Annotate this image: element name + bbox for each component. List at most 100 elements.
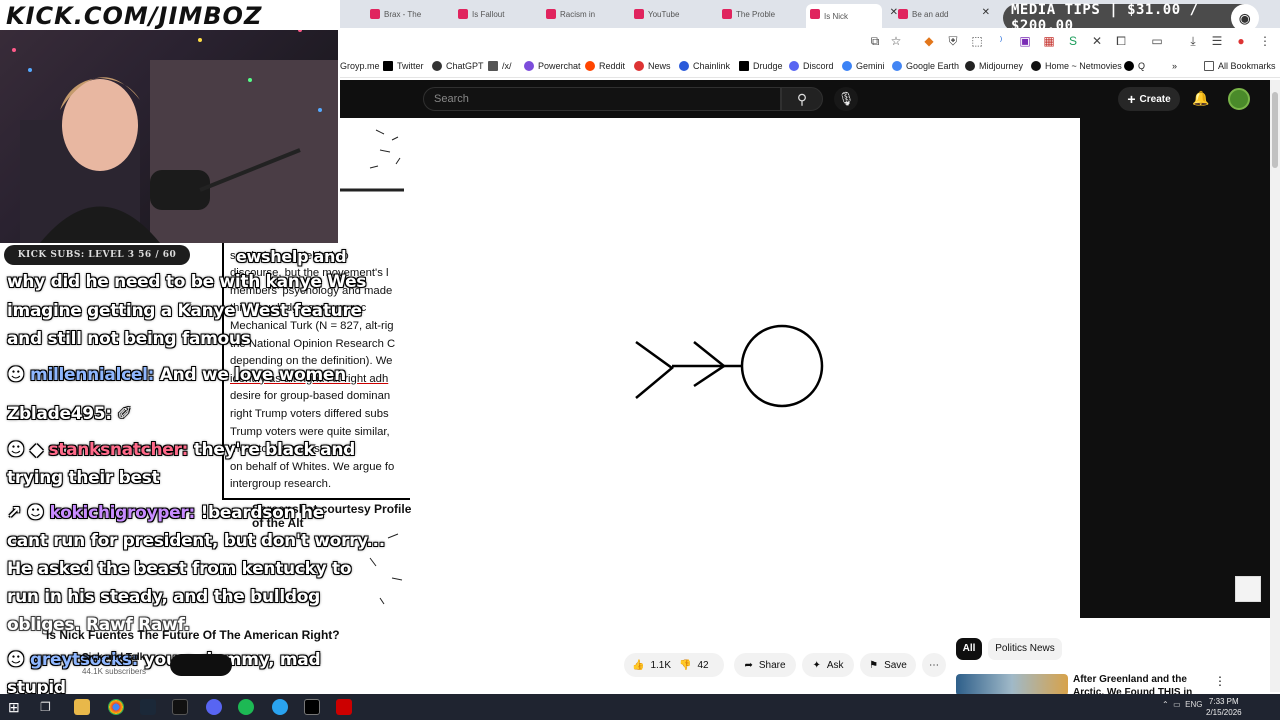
bookmark-label: ChatGPT (446, 61, 484, 71)
app-icon[interactable] (336, 699, 352, 715)
bookmark-item[interactable]: Reddit (585, 61, 625, 71)
search-input[interactable]: Search (423, 87, 781, 111)
puzzle-extensions-icon[interactable]: ⧠ (1114, 34, 1128, 48)
scrollbar-thumb[interactable] (1272, 92, 1278, 168)
tab-fallout[interactable]: Is Fallout (454, 4, 534, 24)
extension-icon[interactable]: S (1066, 34, 1080, 48)
scroll-top-button[interactable] (1235, 576, 1261, 602)
download-icon[interactable]: ⤓ (1186, 34, 1200, 48)
file-explorer-icon[interactable] (74, 699, 90, 715)
voice-search-button[interactable]: 🎙 (834, 87, 858, 111)
all-bookmarks[interactable]: All Bookmarks (1204, 61, 1276, 71)
badge-icon: ☻ (7, 650, 31, 670)
side-panel-icon[interactable]: ▭ (1150, 34, 1164, 48)
create-button[interactable]: + Create (1118, 87, 1180, 111)
avatar[interactable] (1228, 88, 1250, 110)
bookmark-item[interactable]: Chainlink (679, 61, 730, 71)
extension-icon[interactable]: ⁾ (994, 34, 1008, 48)
chip-politics-news[interactable]: Politics News (988, 638, 1062, 660)
telegram-icon[interactable] (272, 699, 288, 715)
more-actions-button[interactable]: ⋯ (922, 653, 946, 677)
app-icon[interactable] (304, 699, 320, 715)
sparkle-icon: ✦ (812, 659, 821, 671)
ask-button[interactable]: ✦ Ask (802, 653, 854, 677)
related-video-thumbnail[interactable] (956, 674, 1068, 696)
video-player[interactable] (340, 118, 1080, 618)
tab-brax[interactable]: Brax - The (366, 4, 446, 24)
bookmark-label: Reddit (599, 61, 626, 71)
youtube-favicon-icon (722, 9, 732, 19)
tab-youtube[interactable]: YouTube (630, 4, 710, 24)
extension-icon[interactable]: ⬚ (970, 34, 984, 48)
spotify-icon[interactable] (238, 699, 254, 715)
extension-icon[interactable]: ▣ (1018, 34, 1032, 48)
chat-username: millennialcel: (30, 365, 155, 385)
bookmark-label: Home ~ Netmovies (1045, 61, 1122, 71)
bookmark-item[interactable]: Home ~ Netmovies (1031, 61, 1122, 71)
bookmark-item[interactable]: Discord (789, 61, 834, 71)
bookmark-item[interactable]: /x/ (488, 61, 512, 71)
taskbar-clock[interactable]: 7:33 PM 2/15/2026 (1206, 696, 1242, 718)
chrome-icon[interactable] (108, 699, 124, 715)
bookmark-item[interactable]: Gemini (842, 61, 885, 71)
chat-line: He asked the beast from kentucky to (7, 559, 352, 579)
x-extension-icon[interactable]: ✕ (1090, 34, 1104, 48)
chat-text: why did he need to be with kanye Wes (7, 272, 367, 292)
tab-label: Is Fallout (472, 9, 505, 19)
more-bookmarks-icon[interactable]: » (1172, 61, 1177, 71)
windows-start-icon[interactable]: ⊞ (8, 699, 24, 715)
share-button[interactable]: ➦ Share (734, 653, 796, 677)
tab-problem[interactable]: The Proble (718, 4, 798, 24)
bookmark-item[interactable]: ChatGPT (432, 61, 484, 71)
metamask-extension-icon[interactable]: ◆ (922, 34, 936, 48)
close-tab-icon[interactable]: ✕ (982, 7, 990, 18)
bookmark-item[interactable]: Midjourney (965, 61, 1023, 71)
drudge-icon (739, 61, 749, 71)
arrow-fletch-inner (693, 341, 727, 388)
shield-extension-icon[interactable]: ⛨ (946, 34, 960, 48)
bookmark-item[interactable]: Q (1124, 61, 1145, 71)
tray-chevron-icon[interactable]: ⌃ (1162, 700, 1169, 709)
network-icon[interactable]: ▭ (1173, 700, 1181, 709)
steam-icon[interactable] (140, 699, 156, 715)
customize-icon[interactable]: ☰ (1210, 34, 1224, 48)
page-scrollbar[interactable] (1270, 80, 1280, 692)
bookmark-item[interactable]: Drudge (739, 61, 783, 71)
chat-text: !beardson he (200, 503, 325, 523)
subscribe-button[interactable] (170, 654, 232, 676)
install-app-icon[interactable]: ⧉ (868, 34, 882, 48)
address-bar-row (340, 28, 1280, 56)
badge-icon: ↗ ☻ (7, 503, 50, 523)
bookmark-item[interactable]: Twitter (383, 61, 424, 71)
bookmark-star-icon[interactable]: ☆ (889, 34, 903, 48)
language-indicator[interactable]: ENG (1185, 700, 1202, 709)
tab-label: The Proble (736, 9, 776, 19)
ask-label: Ask (826, 659, 844, 671)
extension-icon[interactable]: ▦ (1042, 34, 1056, 48)
search-button[interactable]: ⚲ (781, 87, 823, 111)
profile-icon[interactable]: ● (1234, 34, 1248, 48)
tab-is-nick[interactable]: Is Nick ✕ (806, 4, 898, 28)
tab-racism[interactable]: Racism in (542, 4, 622, 24)
discord-icon[interactable] (206, 699, 222, 715)
chip-all[interactable]: All (956, 638, 982, 660)
dislike-button[interactable]: 👎 42 (679, 660, 709, 671)
chat-line: Zblade495: ✐ (7, 404, 132, 424)
badge-icon: ☻ (7, 365, 31, 385)
channel-name[interactable]: Sick and Talk (82, 652, 145, 663)
related-more-icon[interactable]: ⋮ (1214, 674, 1226, 688)
midjourney-icon (965, 61, 975, 71)
like-button[interactable]: 👍 1.1K (632, 660, 671, 671)
task-view-icon[interactable]: ❐ (40, 699, 56, 715)
save-button[interactable]: ⚑ Save (860, 653, 916, 677)
bookmark-item[interactable]: Powerchat (524, 61, 581, 71)
feather-emote-icon: ✐ (117, 404, 132, 424)
bookmark-item[interactable]: Groyp.me (340, 61, 380, 71)
bookmark-item[interactable]: News (634, 61, 671, 71)
chat-text: cant run for president, but don't worry.… (7, 531, 385, 551)
terminal-icon[interactable] (172, 699, 188, 715)
bookmark-item[interactable]: Google Earth (892, 61, 959, 71)
tab-be-an-addict[interactable]: Be an add ✕ (894, 4, 990, 24)
notifications-bell-icon[interactable]: 🔔 (1192, 90, 1210, 108)
menu-dots-icon[interactable]: ⋮ (1258, 34, 1272, 48)
